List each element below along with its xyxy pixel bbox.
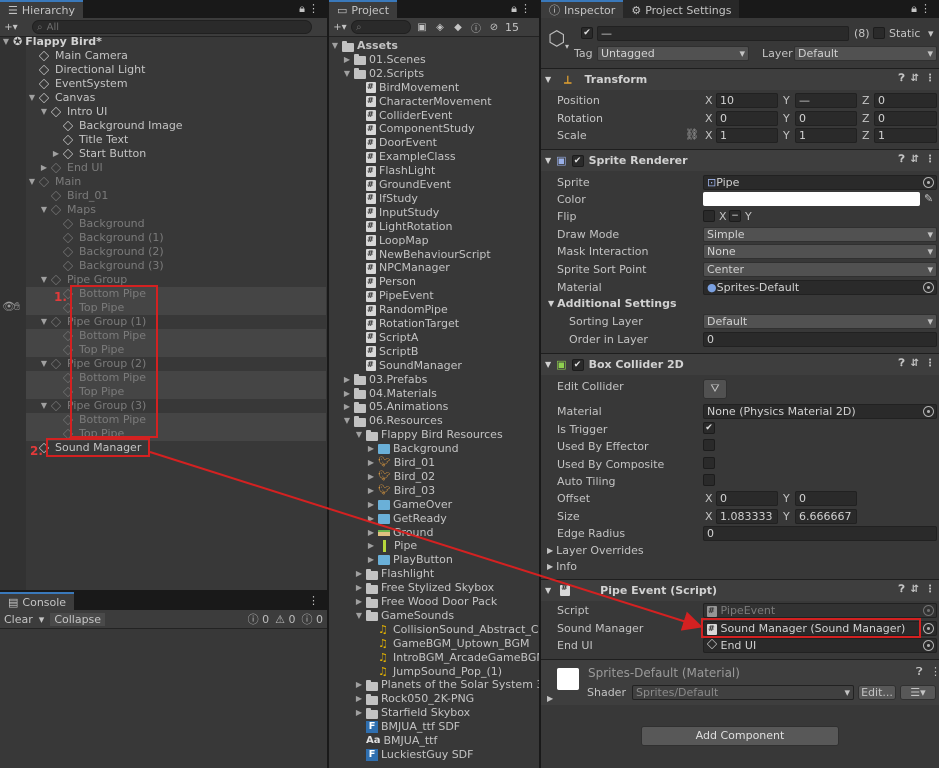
drag-arrow [149, 451, 703, 631]
